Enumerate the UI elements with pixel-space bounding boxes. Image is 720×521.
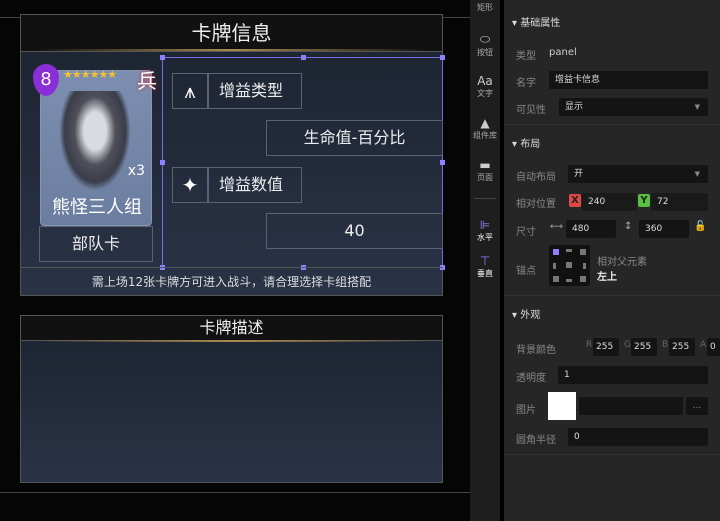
tool-text[interactable]: Aa 文字 — [470, 74, 500, 99]
chevron-down-icon: ▼ — [694, 170, 700, 178]
anchor-picker[interactable] — [549, 245, 590, 286]
tool-page[interactable]: ▬ 页面 — [470, 158, 500, 183]
x-input[interactable]: 240 — [582, 193, 637, 211]
tool-button[interactable]: ⬭ 按钮 — [470, 32, 500, 58]
align-vertical-icon: ⊤ — [479, 254, 491, 268]
height-icon: ↕ — [624, 221, 633, 232]
image-label: 图片 — [516, 405, 536, 416]
anchor-label: 锚点 — [516, 266, 536, 277]
width-icon: ⟷ — [550, 222, 563, 232]
buff-value: 40 — [266, 213, 443, 249]
card-art — [59, 91, 131, 191]
name-label: 名字 — [516, 78, 536, 89]
resize-handle[interactable] — [160, 55, 165, 60]
size-label: 尺寸 — [516, 227, 536, 238]
y-axis-icon: Y — [638, 194, 650, 207]
tool-components[interactable]: ▲ 组件库 — [470, 116, 500, 141]
resize-handle[interactable] — [440, 55, 445, 60]
troop-type-badge: 兵 — [137, 69, 157, 93]
resize-handle[interactable] — [440, 160, 445, 165]
components-icon: ▲ — [480, 116, 490, 130]
title-underline — [35, 49, 430, 51]
name-input[interactable]: 增益卡信息 — [549, 71, 708, 89]
button-icon: ⬭ — [479, 32, 491, 46]
r-input[interactable]: 255 — [593, 338, 619, 356]
resize-handle[interactable] — [301, 55, 306, 60]
resize-handle[interactable] — [160, 160, 165, 165]
auto-layout-select[interactable]: 开 ▼ — [568, 165, 708, 183]
b-input[interactable]: 255 — [669, 338, 695, 356]
chevron-down-icon: ▼ — [694, 103, 700, 111]
tool-rectangle[interactable]: 矩形 — [470, 2, 500, 13]
visibility-label: 可见性 — [516, 105, 546, 116]
x-axis-icon: X — [569, 194, 581, 207]
star-rating: ★★★★★★ — [63, 68, 117, 81]
bg-color-label: 背景颜色 — [516, 345, 556, 356]
buff-type-value: 生命值-百分比 — [266, 120, 443, 156]
section-layout[interactable]: ▾ 布局 — [512, 135, 540, 150]
card-kind-label: 部队卡 — [39, 226, 153, 262]
height-input[interactable]: 360 — [639, 220, 689, 238]
divider — [504, 295, 720, 296]
divider — [504, 454, 720, 455]
section-basic[interactable]: ▾ 基础属性 — [512, 14, 560, 29]
align-horizontal-button[interactable]: ⊫ 水平 — [470, 218, 500, 243]
anchor-relative-label: 相对父元素 — [597, 257, 647, 268]
guide-line — [0, 492, 470, 493]
editor-canvas[interactable]: 卡牌信息 x3 熊怪三人组 8 ★★★★★★ 兵 部队卡 ⩚ 增益类型 生命值-… — [0, 0, 470, 521]
opacity-label: 透明度 — [516, 373, 546, 384]
position-label: 相对位置 — [516, 199, 556, 210]
anchor-value: 左上 — [597, 272, 617, 283]
g-input[interactable]: 255 — [631, 338, 657, 356]
card-info-title: 卡牌信息 — [20, 14, 443, 52]
properties-panel: ▾ 基础属性 类型 panel 名字 增益卡信息 可见性 显示 ▼ ▾ 布局 自动… — [504, 0, 720, 521]
radius-input[interactable]: 0 — [568, 428, 708, 446]
card-name: 熊怪三人组 — [52, 197, 142, 218]
title-underline — [35, 340, 430, 342]
visibility-select[interactable]: 显示 ▼ — [559, 98, 708, 116]
section-appearance[interactable]: ▾ 外观 — [512, 306, 540, 321]
card-count: x3 — [127, 163, 145, 179]
page-icon: ▬ — [479, 158, 491, 172]
y-input[interactable]: 72 — [651, 193, 708, 211]
lock-icon[interactable]: 🔓 — [694, 221, 706, 232]
align-horizontal-icon: ⊫ — [479, 218, 491, 232]
type-value: panel — [549, 47, 577, 58]
tool-sidebar: 矩形 ⬭ 按钮 Aa 文字 ▲ 组件库 ▬ 页面 ⊫ 水平 ⊤ 垂直 — [470, 0, 500, 521]
image-preview[interactable] — [548, 392, 576, 420]
deck-hint: 需上场12张卡牌方可进入战斗，请合理选择卡组搭配 — [20, 267, 443, 296]
card-desc-title: 卡牌描述 — [20, 315, 443, 341]
buff-value-label: 增益数值 — [208, 167, 302, 203]
type-label: 类型 — [516, 51, 536, 62]
browse-button[interactable]: ... — [686, 397, 708, 415]
buff-type-icon: ⩚ — [172, 73, 208, 109]
a-input[interactable]: 0 — [707, 338, 720, 356]
radius-label: 圆角半径 — [516, 435, 556, 446]
divider — [504, 124, 720, 125]
buff-type-label: 增益类型 — [208, 73, 302, 109]
image-path-input[interactable] — [579, 397, 683, 415]
divider — [474, 198, 496, 199]
buff-value-icon: ✦ — [172, 167, 208, 203]
text-icon: Aa — [477, 74, 493, 88]
align-vertical-button[interactable]: ⊤ 垂直 — [470, 254, 500, 279]
width-input[interactable]: 480 — [566, 220, 616, 238]
opacity-input[interactable]: 1 — [558, 366, 708, 384]
auto-layout-label: 自动布局 — [516, 172, 556, 183]
